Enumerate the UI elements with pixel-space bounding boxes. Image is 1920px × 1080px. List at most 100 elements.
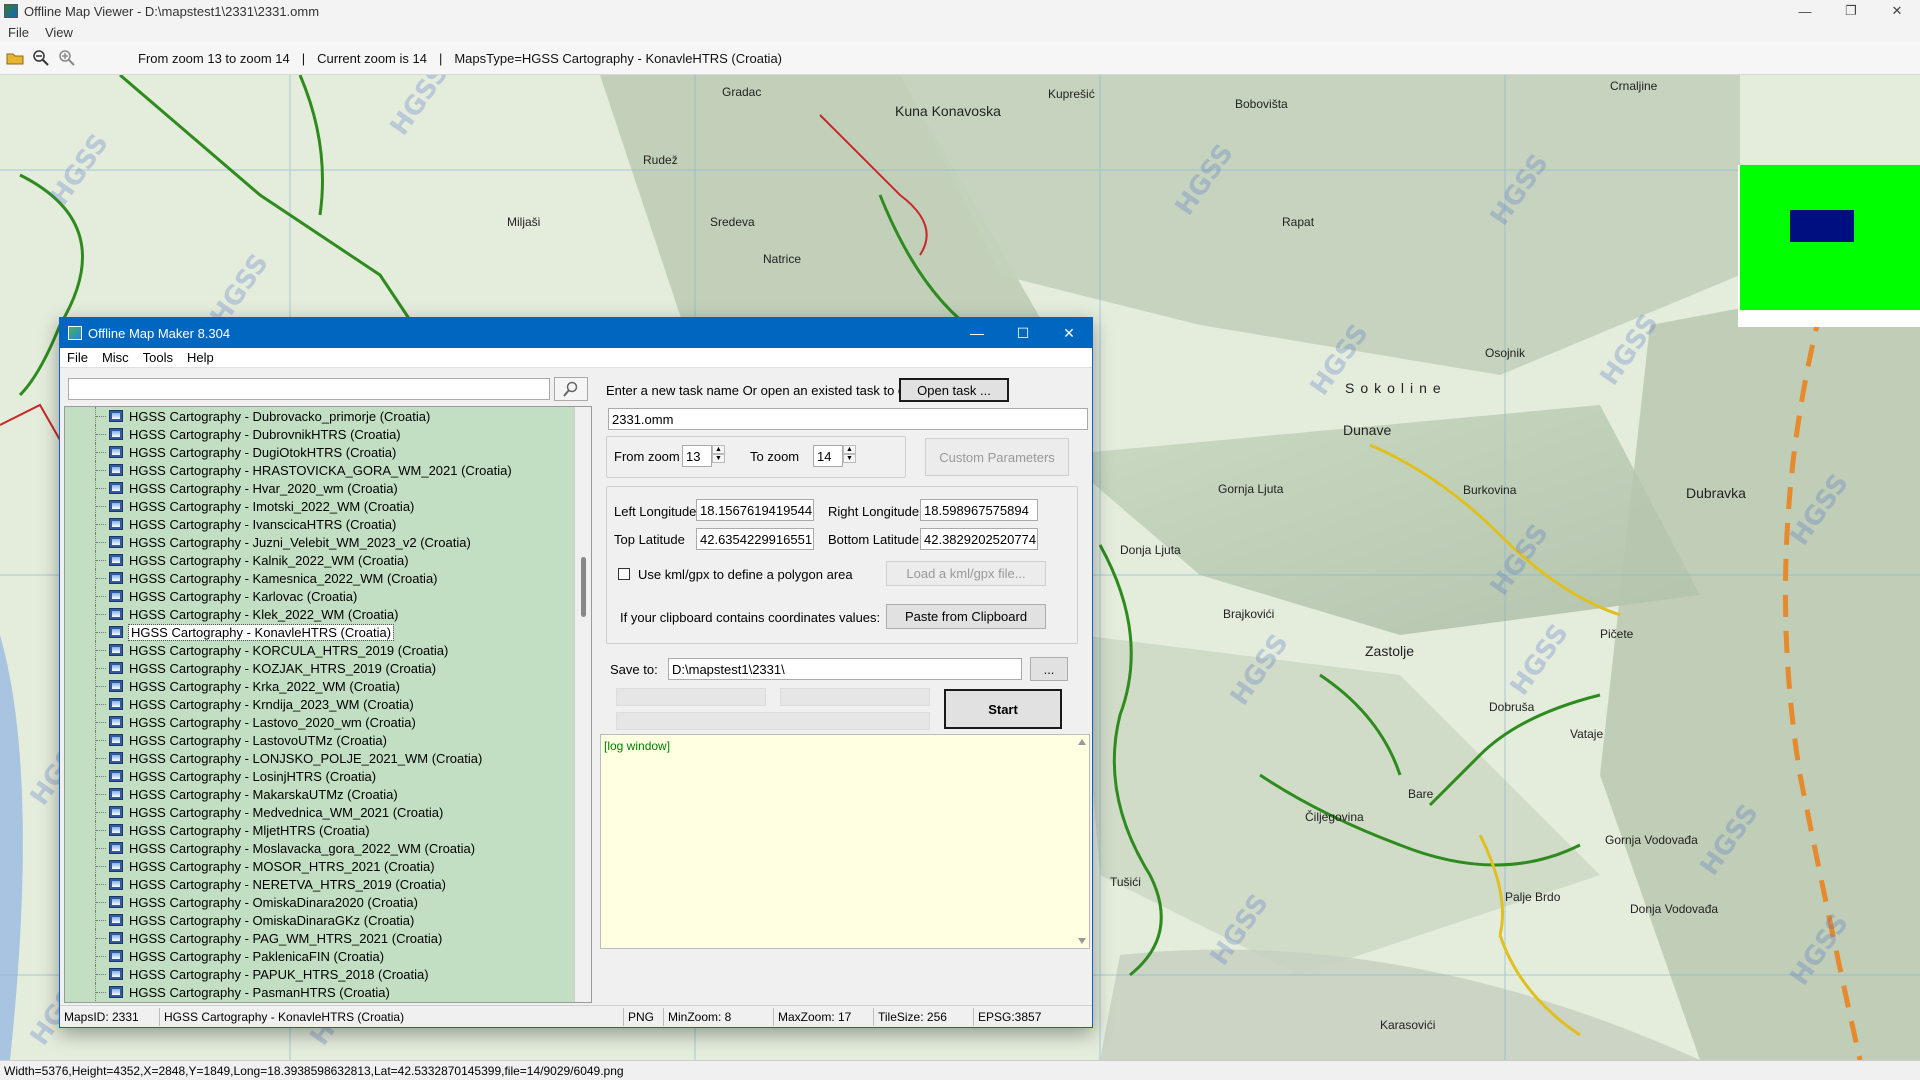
map-source-icon xyxy=(109,932,123,944)
tree-item[interactable]: HGSS Cartography - Klek_2022_WM (Croatia… xyxy=(65,605,512,623)
tree-item-label: HGSS Cartography - MljetHTRS (Croatia) xyxy=(129,822,370,838)
tree-item-label: HGSS Cartography - Hvar_2020_wm (Croatia… xyxy=(129,480,398,496)
tree-item[interactable]: HGSS Cartography - Lastovo_2020_wm (Croa… xyxy=(65,713,512,731)
progress-bar-1 xyxy=(616,688,766,706)
restore-icon[interactable]: ❐ xyxy=(1828,0,1874,22)
custom-parameters-button[interactable]: Custom Parameters xyxy=(925,438,1069,476)
map-source-icon xyxy=(109,536,123,548)
bottom-latitude-field[interactable]: 42.3829202520774 xyxy=(920,528,1038,550)
to-zoom-field[interactable]: 14 xyxy=(813,445,843,467)
close-icon[interactable]: ✕ xyxy=(1874,0,1920,22)
tree-item[interactable]: HGSS Cartography - OmiskaDinara2020 (Cro… xyxy=(65,893,512,911)
tree-connector xyxy=(95,785,109,803)
tree-item[interactable]: HGSS Cartography - MOSOR_HTRS_2021 (Croa… xyxy=(65,857,512,875)
tree-connector xyxy=(95,425,109,443)
tree-item[interactable]: HGSS Cartography - Hvar_2020_wm (Croatia… xyxy=(65,479,512,497)
from-zoom-spinner[interactable]: ▲ ▼ xyxy=(712,445,725,463)
map-place-label: Donja Vodovađa xyxy=(1630,902,1719,916)
status-max-zoom: MaxZoom: 17 xyxy=(774,1007,874,1026)
overview-minimap[interactable] xyxy=(1738,165,1920,327)
tree-item-label: HGSS Cartography - Krka_2022_WM (Croatia… xyxy=(129,678,400,694)
overview-viewport[interactable] xyxy=(1790,210,1854,242)
tree-item[interactable]: HGSS Cartography - Moslavacka_gora_2022_… xyxy=(65,839,512,857)
dialog-window-controls: — ☐ ✕ xyxy=(954,318,1092,348)
start-button[interactable]: Start xyxy=(944,689,1062,729)
minimize-icon[interactable]: — xyxy=(954,318,1000,348)
tree-item[interactable]: HGSS Cartography - Dubrovacko_primorje (… xyxy=(65,407,512,425)
right-longitude-field[interactable]: 18.598967575894 xyxy=(920,499,1038,521)
tree-connector xyxy=(95,875,109,893)
search-button[interactable] xyxy=(554,377,588,401)
tree-item[interactable]: HGSS Cartography - LONJSKO_POLJE_2021_WM… xyxy=(65,749,512,767)
menu-tools[interactable]: Tools xyxy=(136,350,180,365)
map-place-label: Kuna Konavoska xyxy=(895,103,1001,119)
viewer-status-bar: Width=5376,Height=4352,X=2848,Y=1849,Lon… xyxy=(0,1060,1920,1080)
tree-item[interactable]: HGSS Cartography - Medvednica_WM_2021 (C… xyxy=(65,803,512,821)
save-to-label: Save to: xyxy=(610,662,658,677)
tree-item[interactable]: HGSS Cartography - MakarskaUTMz (Croatia… xyxy=(65,785,512,803)
tree-item[interactable]: HGSS Cartography - PAPUK_HTRS_2018 (Croa… xyxy=(65,965,512,983)
tree-item[interactable]: HGSS Cartography - NERETVA_HTRS_2019 (Cr… xyxy=(65,875,512,893)
map-place-label: Rapat xyxy=(1282,215,1315,229)
close-icon[interactable]: ✕ xyxy=(1046,318,1092,348)
menu-file[interactable]: File xyxy=(0,25,37,40)
search-icon xyxy=(563,381,578,397)
menu-file[interactable]: File xyxy=(60,350,95,365)
tree-item[interactable]: HGSS Cartography - Kamesnica_2022_WM (Cr… xyxy=(65,569,512,587)
tree-item[interactable]: HGSS Cartography - MljetHTRS (Croatia) xyxy=(65,821,512,839)
tree-item[interactable]: HGSS Cartography - Krka_2022_WM (Croatia… xyxy=(65,677,512,695)
tree-item[interactable]: HGSS Cartography - KORCULA_HTRS_2019 (Cr… xyxy=(65,641,512,659)
tree-item[interactable]: HGSS Cartography - OmiskaDinaraGKz (Croa… xyxy=(65,911,512,929)
search-input[interactable] xyxy=(68,378,550,400)
tree-item[interactable]: HGSS Cartography - Imotski_2022_WM (Croa… xyxy=(65,497,512,515)
from-zoom-field[interactable]: 13 xyxy=(682,445,712,467)
top-latitude-field[interactable]: 42.6354229916551 xyxy=(696,528,814,550)
task-name-field[interactable]: 2331.omm xyxy=(608,408,1088,430)
use-kml-checkbox[interactable] xyxy=(618,568,630,580)
map-source-icon xyxy=(109,878,123,890)
maximize-icon[interactable]: ☐ xyxy=(1000,318,1046,348)
map-source-icon xyxy=(109,968,123,980)
scroll-thumb[interactable] xyxy=(581,557,586,617)
menu-help[interactable]: Help xyxy=(180,350,221,365)
tree-item[interactable]: HGSS Cartography - Juzni_Velebit_WM_2023… xyxy=(65,533,512,551)
save-to-field[interactable]: D:\mapstest1\2331\ xyxy=(668,658,1022,680)
tree-item[interactable]: HGSS Cartography - PasmanHTRS (Croatia) xyxy=(65,983,512,1001)
menu-misc[interactable]: Misc xyxy=(95,350,136,365)
to-zoom-spinner[interactable]: ▲ ▼ xyxy=(843,445,856,463)
tree-item[interactable]: HGSS Cartography - Karlovac (Croatia) xyxy=(65,587,512,605)
dialog-title-bar[interactable]: Offline Map Maker 8.304 — ☐ ✕ xyxy=(60,318,1092,348)
open-folder-icon[interactable] xyxy=(4,47,26,69)
tree-item[interactable]: HGSS Cartography - KonavleHTRS (Croatia) xyxy=(65,623,512,641)
map-place-label: Rudež xyxy=(643,153,678,167)
tree-item-label: HGSS Cartography - LastovoUTMz (Croatia) xyxy=(129,732,387,748)
tree-item[interactable]: HGSS Cartography - DugiOtokHTRS (Croatia… xyxy=(65,443,512,461)
left-longitude-field[interactable]: 18.1567619419544 xyxy=(696,499,814,521)
task-settings-pane: Enter a new task name Or open an existed… xyxy=(600,372,1090,1003)
tree-item[interactable]: HGSS Cartography - LosinjHTRS (Croatia) xyxy=(65,767,512,785)
map-list-pane: HGSS Cartography - Dubrovacko_primorje (… xyxy=(64,372,592,1003)
tree-item[interactable]: HGSS Cartography - LastovoUTMz (Croatia) xyxy=(65,731,512,749)
log-window[interactable]: [log window] xyxy=(600,734,1090,949)
tree-item[interactable]: HGSS Cartography - KOZJAK_HTRS_2019 (Cro… xyxy=(65,659,512,677)
tree-item[interactable]: HGSS Cartography - Kalnik_2022_WM (Croat… xyxy=(65,551,512,569)
tree-item[interactable]: HGSS Cartography - HRASTOVICKA_GORA_WM_2… xyxy=(65,461,512,479)
dialog-title: Offline Map Maker 8.304 xyxy=(88,325,231,341)
minimize-icon[interactable]: — xyxy=(1782,0,1828,22)
load-kml-button[interactable]: Load a kml/gpx file... xyxy=(886,561,1046,586)
zoom-in-icon[interactable] xyxy=(56,47,78,69)
tree-item[interactable]: HGSS Cartography - DubrovnikHTRS (Croati… xyxy=(65,425,512,443)
map-source-icon xyxy=(109,518,123,530)
tree-item[interactable]: HGSS Cartography - IvanscicaHTRS (Croati… xyxy=(65,515,512,533)
log-scrollbar[interactable] xyxy=(1075,735,1089,948)
tree-item[interactable]: HGSS Cartography - PaklenicaFIN (Croatia… xyxy=(65,947,512,965)
zoom-out-icon[interactable] xyxy=(30,47,52,69)
map-type-tree[interactable]: HGSS Cartography - Dubrovacko_primorje (… xyxy=(64,406,592,1003)
paste-clipboard-button[interactable]: Paste from Clipboard xyxy=(886,604,1046,629)
tree-item[interactable]: HGSS Cartography - Krndija_2023_WM (Croa… xyxy=(65,695,512,713)
tree-scrollbar[interactable] xyxy=(574,407,591,1002)
open-task-button[interactable]: Open task ... xyxy=(899,378,1009,402)
tree-item[interactable]: HGSS Cartography - PAG_WM_HTRS_2021 (Cro… xyxy=(65,929,512,947)
menu-view[interactable]: View xyxy=(37,25,81,40)
browse-button[interactable]: ... xyxy=(1030,657,1068,681)
